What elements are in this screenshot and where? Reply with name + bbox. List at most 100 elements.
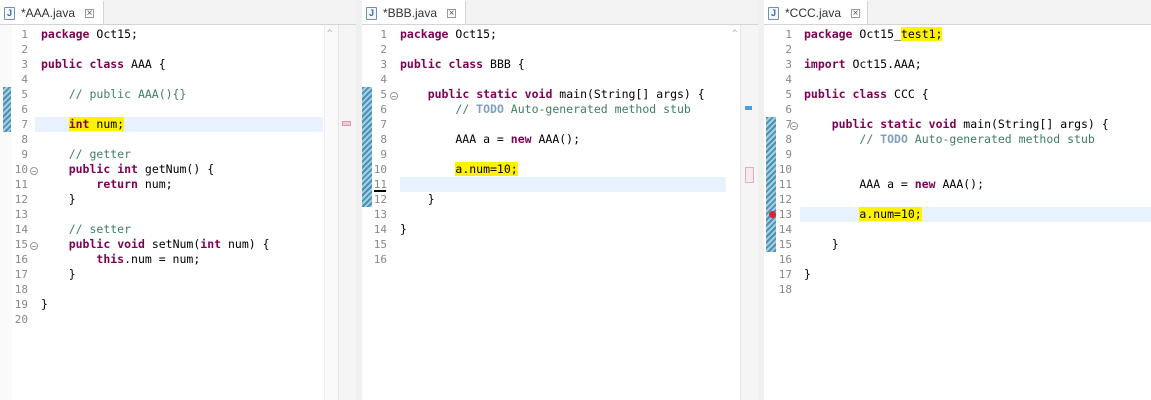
code-line[interactable]: } bbox=[41, 192, 76, 207]
line-number: 5 bbox=[380, 88, 387, 101]
close-tab-icon[interactable]: × bbox=[851, 8, 861, 18]
line-number: 16 bbox=[373, 253, 387, 266]
java-file-icon: J bbox=[768, 6, 779, 20]
fold-icon[interactable]: − bbox=[790, 122, 798, 131]
scroll-up-arrow[interactable]: ^ bbox=[327, 27, 332, 42]
line-number: 11 bbox=[778, 178, 792, 191]
line-number: 10 bbox=[778, 163, 792, 176]
java-file-icon: J bbox=[4, 6, 15, 20]
vertical-scrollbar[interactable] bbox=[338, 25, 356, 400]
code-line[interactable]: a.num=10; bbox=[804, 207, 922, 222]
code-line[interactable]: // setter bbox=[41, 222, 131, 237]
line-number: 12 bbox=[14, 193, 28, 206]
fold-icon[interactable]: − bbox=[30, 167, 38, 176]
current-line-highlight bbox=[400, 177, 726, 192]
line-number: 10 bbox=[14, 163, 28, 176]
tab-bbb-java[interactable]: J *BBB.java × bbox=[362, 0, 466, 24]
vertical-scrollbar[interactable] bbox=[740, 25, 758, 400]
line-number: 3 bbox=[21, 58, 28, 71]
java-file-icon: J bbox=[366, 6, 377, 20]
code-line[interactable]: package Oct15; bbox=[400, 27, 497, 42]
overview-marker[interactable] bbox=[342, 121, 351, 126]
editor-pane-bbb: J *BBB.java × 1 package Oct15; 2 3 public cl… bbox=[362, 0, 758, 400]
fold-icon[interactable]: − bbox=[390, 92, 398, 101]
tab-ccc-java[interactable]: J *CCC.java × bbox=[764, 0, 868, 24]
code-line[interactable]: package Oct15_test1; bbox=[804, 27, 943, 42]
code-line[interactable]: } bbox=[804, 237, 839, 252]
line-number: 18 bbox=[14, 283, 28, 296]
code-line[interactable]: public void setNum(int num) { bbox=[41, 237, 270, 252]
line-number: 16 bbox=[778, 253, 792, 266]
code-line[interactable]: AAA a = new AAA(); bbox=[400, 132, 580, 147]
line-number: 14 bbox=[373, 223, 387, 236]
code-line[interactable]: return num; bbox=[41, 177, 172, 192]
line-number: 12 bbox=[373, 193, 387, 206]
overview-ruler bbox=[324, 25, 339, 400]
code-line[interactable]: a.num=10; bbox=[400, 162, 518, 177]
fold-icon[interactable]: − bbox=[30, 242, 38, 251]
code-line[interactable]: this.num = num; bbox=[41, 252, 200, 267]
line-number: 14 bbox=[14, 223, 28, 236]
line-number: 13 bbox=[14, 208, 28, 221]
code-line[interactable]: public static void main(String[] args) { bbox=[804, 117, 1109, 132]
line-number: 4 bbox=[785, 73, 792, 86]
error-icon[interactable] bbox=[769, 211, 776, 218]
line-number: 8 bbox=[21, 133, 28, 146]
code-line[interactable]: int num; bbox=[41, 117, 125, 132]
line-number: 11 bbox=[373, 178, 387, 191]
line-number: 2 bbox=[785, 43, 792, 56]
line-number: 12 bbox=[778, 193, 792, 206]
line-number: 4 bbox=[21, 73, 28, 86]
close-tab-icon[interactable]: × bbox=[447, 8, 457, 18]
code-line[interactable]: } bbox=[400, 222, 407, 237]
line-number: 5 bbox=[21, 88, 28, 101]
line-number: 15 bbox=[778, 238, 792, 251]
line-number: 9 bbox=[380, 148, 387, 161]
line-number: 11 bbox=[14, 178, 28, 191]
overview-marker[interactable] bbox=[745, 106, 752, 110]
line-number: 10 bbox=[373, 163, 387, 176]
line-number: 4 bbox=[380, 73, 387, 86]
line-number: 7 bbox=[380, 118, 387, 131]
scroll-up-arrow[interactable]: ^ bbox=[732, 27, 737, 42]
code-line[interactable]: // TODO Auto-generated method stub bbox=[400, 102, 690, 117]
code-line[interactable]: import Oct15.AAA; bbox=[804, 57, 922, 72]
line-number: 14 bbox=[778, 223, 792, 236]
code-line[interactable]: // getter bbox=[41, 147, 131, 162]
line-number: 6 bbox=[785, 103, 792, 116]
tab-title: *BBB.java bbox=[383, 6, 438, 20]
code-line[interactable]: package Oct15; bbox=[41, 27, 138, 42]
code-line[interactable]: public static void main(String[] args) { bbox=[400, 87, 705, 102]
line-number: 15 bbox=[373, 238, 387, 251]
line-number: 9 bbox=[21, 148, 28, 161]
code-line[interactable]: public class CCC { bbox=[804, 87, 929, 102]
code-line[interactable]: // TODO Auto-generated method stub bbox=[804, 132, 1094, 147]
line-number: 1 bbox=[380, 28, 387, 41]
line-number: 5 bbox=[785, 88, 792, 101]
tab-title: *AAA.java bbox=[21, 6, 76, 20]
code-line[interactable]: } bbox=[41, 297, 48, 312]
line-number: 18 bbox=[778, 283, 792, 296]
line-number: 8 bbox=[380, 133, 387, 146]
editor-tabbar: J *BBB.java × bbox=[362, 0, 758, 25]
code-line[interactable]: public class AAA { bbox=[41, 57, 166, 72]
line-number: 2 bbox=[21, 43, 28, 56]
line-number: 2 bbox=[380, 43, 387, 56]
overview-marker[interactable] bbox=[745, 167, 754, 183]
line-number: 8 bbox=[785, 133, 792, 146]
code-line[interactable]: // public AAA(){} bbox=[41, 87, 187, 102]
line-number: 1 bbox=[21, 28, 28, 41]
tab-aaa-java[interactable]: J *AAA.java × bbox=[0, 0, 104, 24]
code-line[interactable]: } bbox=[804, 267, 811, 282]
line-number: 6 bbox=[21, 103, 28, 116]
code-line[interactable]: } bbox=[41, 267, 76, 282]
editor-tabbar: J *AAA.java × bbox=[0, 0, 356, 25]
code-line[interactable]: } bbox=[400, 192, 435, 207]
close-tab-icon[interactable]: × bbox=[85, 8, 95, 18]
code-line[interactable]: AAA a = new AAA(); bbox=[804, 177, 984, 192]
code-line[interactable]: public int getNum() { bbox=[41, 162, 214, 177]
line-number: 1 bbox=[785, 28, 792, 41]
tab-title: *CCC.java bbox=[785, 6, 842, 20]
line-number: 16 bbox=[14, 253, 28, 266]
code-line[interactable]: public class BBB { bbox=[400, 57, 525, 72]
